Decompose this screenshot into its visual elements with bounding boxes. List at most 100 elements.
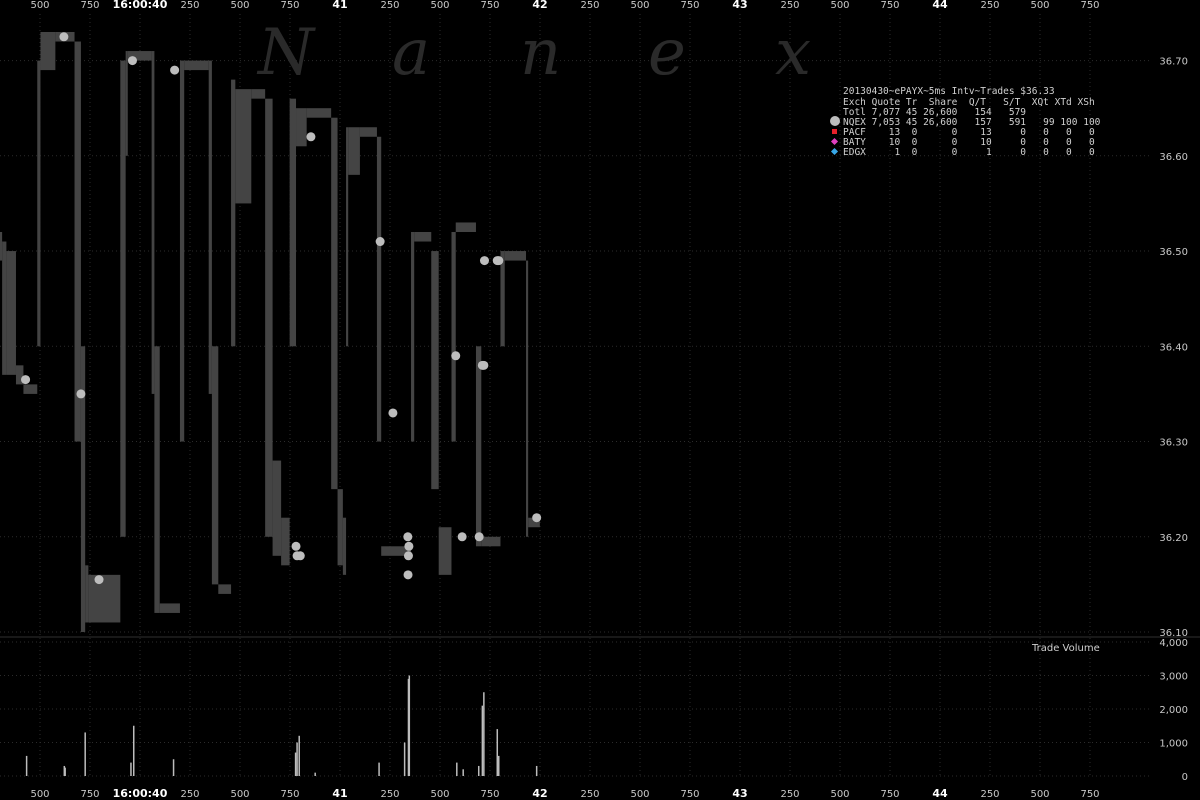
quote-band-segment: [289, 98, 297, 347]
quote-band-segment: [346, 127, 349, 347]
quote-band-segment: [272, 460, 282, 556]
x-tick-label: 750: [280, 0, 299, 11]
quote-band-segment: [179, 60, 185, 442]
trade-point: [306, 132, 316, 142]
volume-bar: [294, 752, 297, 776]
x-tick-label: 500: [230, 789, 249, 800]
quote-band-segment: [265, 98, 273, 537]
x-tick-label: 16:00:40: [113, 787, 168, 800]
x-tick-label: 250: [580, 0, 599, 11]
x-tick-label: 750: [680, 789, 699, 800]
volume-bar: [64, 767, 66, 776]
x-tick-label: 41: [332, 787, 347, 800]
quote-band-segment: [526, 260, 529, 537]
trade-point: [127, 56, 137, 66]
quote-band-segment: [348, 127, 360, 175]
quote-band-segment: [359, 127, 377, 137]
quote-band-segment: [342, 517, 347, 575]
quote-band-segment: [306, 108, 332, 118]
quote-band-segment: [88, 574, 121, 623]
quote-band-segment: [451, 232, 456, 442]
x-tick-label: 750: [1080, 0, 1099, 11]
y-tick-label: 36.40: [1159, 342, 1188, 353]
volume-bar: [378, 762, 380, 776]
quote-band-segment: [411, 232, 415, 442]
x-tick-label: 43: [732, 787, 747, 800]
trade-point: [457, 532, 467, 542]
x-tick-label: 250: [380, 0, 399, 11]
trade-point: [403, 551, 413, 561]
y-tick-label: 1,000: [1159, 739, 1188, 750]
quote-band-segment: [481, 536, 501, 547]
square-icon: [832, 129, 837, 134]
quote-band-segment: [376, 136, 382, 442]
trade-point: [170, 65, 180, 75]
trade-point: [76, 389, 86, 399]
volume-title: Trade Volume: [1031, 643, 1100, 654]
quote-band-segment: [0, 232, 3, 261]
trade-point: [494, 256, 504, 266]
x-tick-label: 250: [780, 0, 799, 11]
quote-band-segment: [80, 346, 86, 632]
quote-band-segment: [211, 346, 219, 585]
quote-band-segment: [151, 51, 155, 394]
quote-band-segment: [296, 108, 307, 147]
x-tick-label: 16:00:40: [113, 0, 168, 11]
quote-band-segment: [74, 41, 81, 442]
watermark-letter: e: [648, 16, 686, 90]
trade-point: [479, 256, 489, 266]
x-tick-label: 500: [830, 0, 849, 11]
quote-band-segment: [438, 527, 452, 575]
x-tick-label: 42: [532, 0, 547, 11]
quote-band-segment: [85, 565, 89, 623]
quote-band-segment: [2, 241, 7, 375]
trade-point: [451, 351, 461, 361]
y-tick-label: 4,000: [1159, 638, 1188, 649]
volume-bar: [172, 759, 175, 776]
x-tick-label: 250: [180, 0, 199, 11]
x-tick-label: 500: [1030, 789, 1049, 800]
volume-bar: [84, 732, 86, 776]
x-tick-label: 42: [532, 787, 547, 800]
x-tick-label: 750: [680, 0, 699, 11]
x-tick-label: 500: [630, 789, 649, 800]
x-tick-label: 250: [180, 789, 199, 800]
volume-bar: [496, 729, 499, 776]
trade-point: [375, 237, 385, 247]
quote-band-segment: [40, 32, 56, 71]
quote-band-segment: [455, 222, 476, 232]
y-tick-label: 36.50: [1159, 247, 1188, 258]
x-tick-label: 500: [630, 0, 649, 11]
volume-bar: [130, 762, 132, 776]
watermark-letter: x: [775, 16, 811, 90]
volume-bar: [314, 772, 316, 776]
x-tick-label: 250: [980, 789, 999, 800]
info-table: 20130430~ePAYX~5ms Intv~Trades $36.33 Ex…: [830, 86, 1101, 158]
trade-point: [403, 532, 413, 542]
x-tick-label: 43: [732, 0, 747, 11]
quote-band-segment: [37, 60, 41, 347]
x-tick-label: 250: [580, 789, 599, 800]
quote-band-segment: [6, 251, 16, 375]
quote-band-segment: [431, 251, 439, 490]
volume-bar: [298, 735, 300, 776]
trade-point: [21, 375, 31, 385]
quote-band-segment: [184, 60, 209, 71]
quote-band-segment: [235, 89, 252, 204]
x-tick-label: 750: [880, 789, 899, 800]
x-tick-label: 750: [280, 789, 299, 800]
volume-bar: [477, 765, 480, 776]
x-tick-label: 500: [30, 0, 49, 11]
volume-bar: [296, 742, 298, 776]
x-tick-label: 750: [1080, 789, 1099, 800]
volume-bar: [483, 692, 485, 776]
quote-band-segment: [218, 584, 232, 594]
volume-bar: [498, 755, 500, 776]
trade-point: [479, 360, 489, 370]
trade-point: [94, 575, 104, 585]
volume-bar: [456, 762, 458, 776]
watermark-letter: a: [392, 16, 430, 90]
x-tick-label: 44: [932, 787, 948, 800]
quote-band-segment: [500, 251, 505, 347]
quote-band-segment: [231, 79, 236, 347]
